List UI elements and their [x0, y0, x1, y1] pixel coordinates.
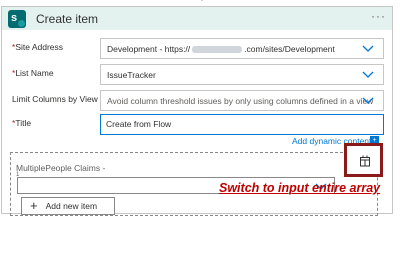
site-address-dropdown[interactable]: Development - https://.com/sites/Develop…: [100, 38, 384, 59]
title-row: *Title Create from Flow: [2, 114, 392, 136]
switch-array-annotation: Switch to input entire array: [219, 181, 381, 195]
more-options-button[interactable]: ···: [371, 9, 386, 23]
chevron-down-icon[interactable]: [361, 94, 375, 106]
chevron-down-icon[interactable]: [361, 42, 375, 54]
connector-arrow-icon: [201, 0, 203, 1]
add-new-item-button[interactable]: + Add new item: [21, 197, 115, 215]
action-title: Create item: [36, 11, 99, 26]
multiple-people-claims-label: MultiplePeople Claims -: [16, 163, 106, 173]
switch-to-array-icon[interactable]: [359, 155, 371, 167]
list-name-row: *List Name IssueTracker: [2, 64, 392, 86]
add-new-item-label: Add new item: [45, 201, 98, 211]
redacted-domain: [192, 46, 243, 54]
chevron-down-icon[interactable]: [361, 68, 375, 80]
limit-columns-label: Limit Columns by View: [12, 94, 98, 104]
title-input[interactable]: Create from Flow: [100, 114, 384, 135]
action-header[interactable]: s Create item ···: [2, 6, 392, 30]
list-name-label: *List Name: [12, 68, 54, 78]
plus-icon: +: [30, 198, 38, 213]
switch-to-array-highlight: [344, 143, 383, 177]
limit-columns-dropdown[interactable]: Avoid column threshold issues by only us…: [100, 90, 384, 111]
site-address-row: *Site Address Development - https://.com…: [2, 38, 392, 60]
sharepoint-logo-icon: s: [8, 9, 26, 28]
limit-columns-row: Limit Columns by View Avoid column thres…: [2, 90, 392, 112]
site-address-label: *Site Address: [12, 42, 64, 52]
title-label: *Title: [12, 118, 32, 128]
list-name-dropdown[interactable]: IssueTracker: [100, 64, 384, 85]
